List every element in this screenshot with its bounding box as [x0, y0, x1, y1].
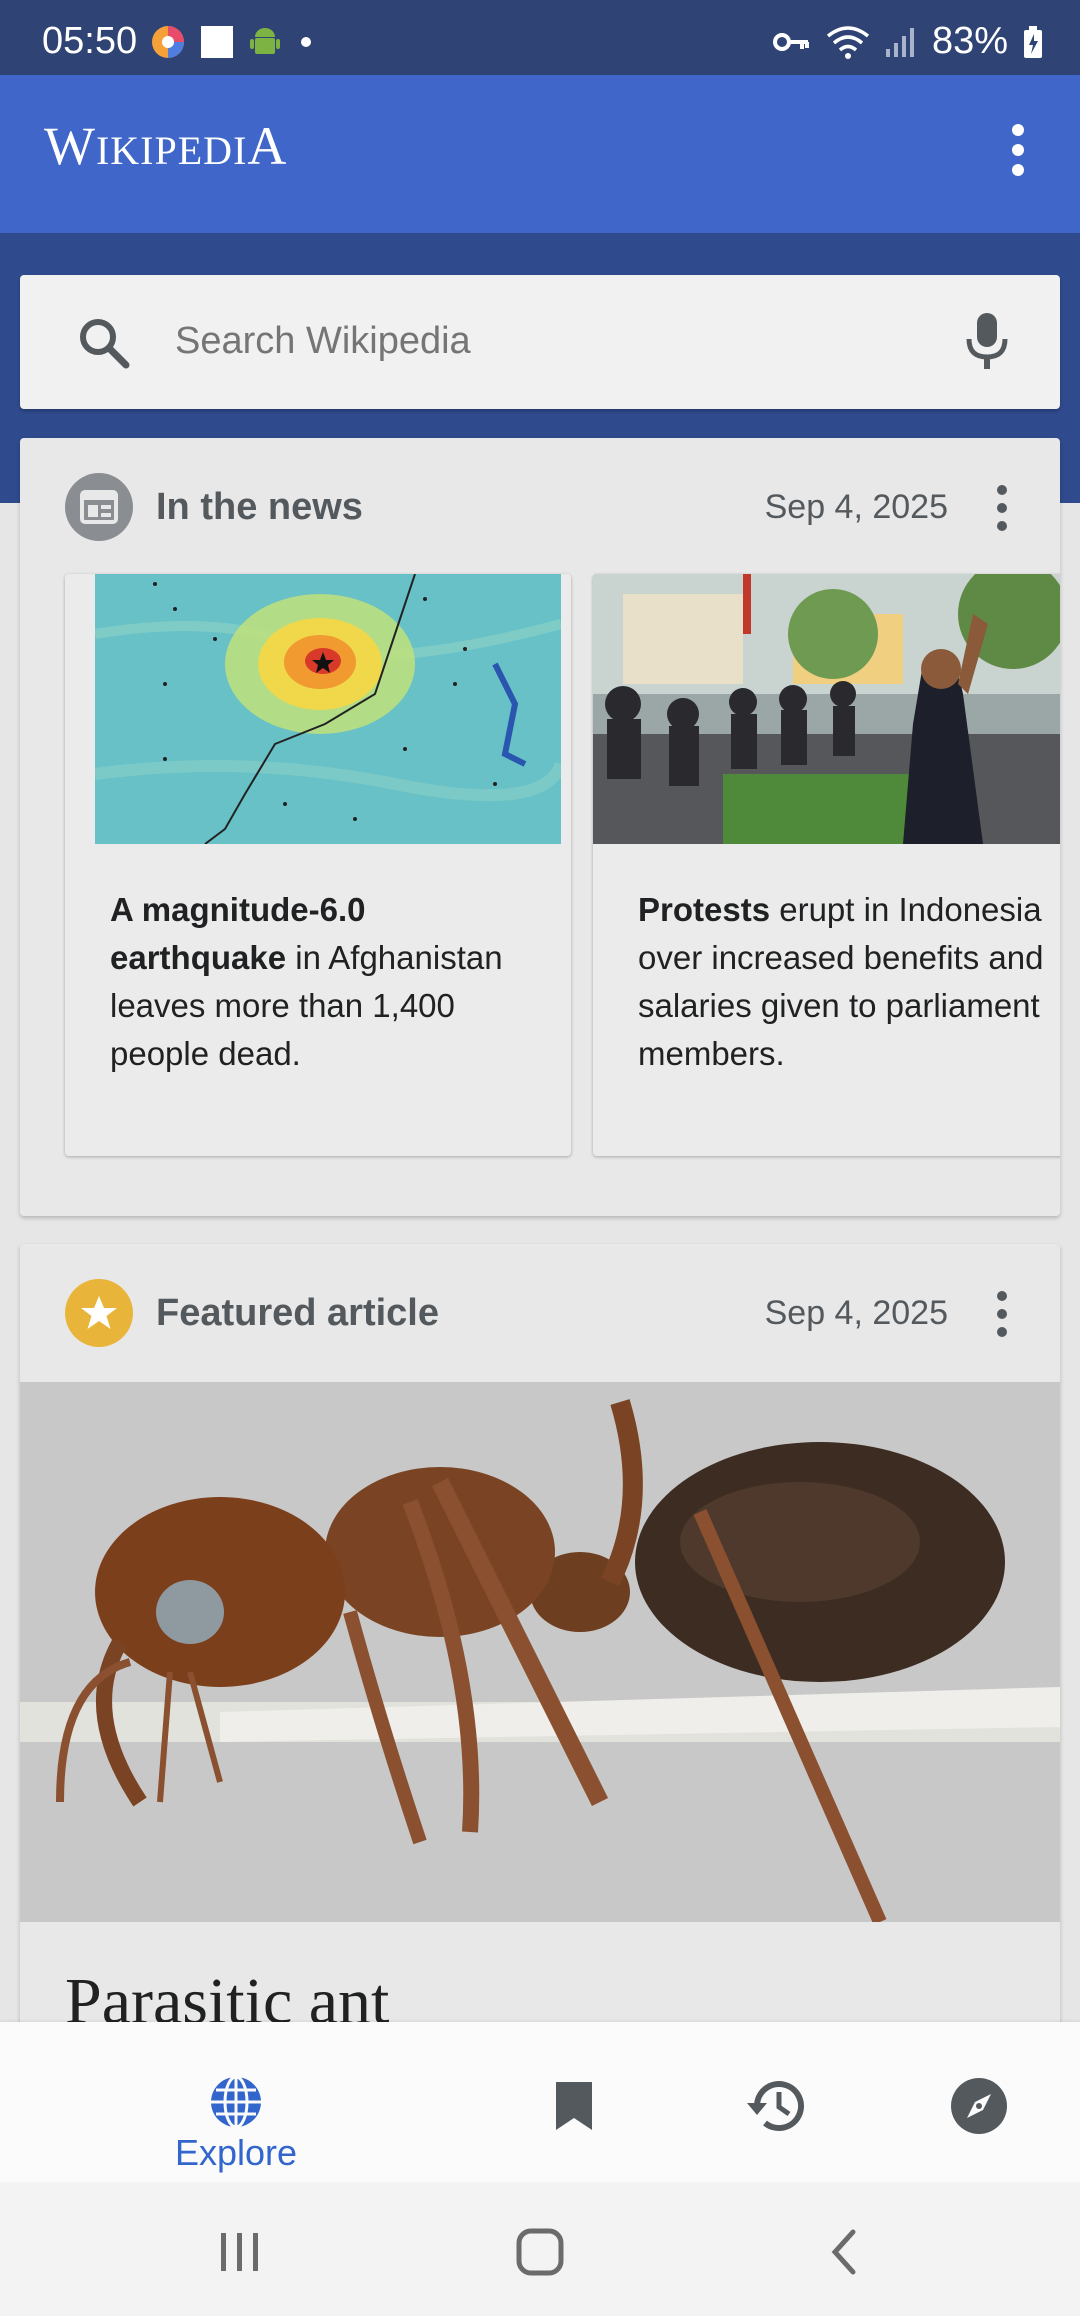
- home-button[interactable]: [500, 2218, 580, 2286]
- card-title: Featured article: [156, 1292, 439, 1334]
- search-icon: [80, 319, 130, 369]
- search-input[interactable]: Search Wikipedia: [175, 320, 471, 363]
- signal-icon: [885, 27, 914, 57]
- news-item[interactable]: A magnitude-6.0 earthquake in Afghanista…: [65, 574, 571, 1156]
- app-bar: WIKIPEDIA: [0, 75, 1080, 233]
- app-overflow-menu-button[interactable]: [986, 115, 1050, 185]
- card-date: Sep 4, 2025: [764, 488, 948, 526]
- back-icon: [831, 2229, 856, 2275]
- protest-photo-image: [593, 574, 1060, 844]
- nav-saved-tab[interactable]: [538, 2070, 610, 2142]
- card-overflow-menu-button[interactable]: [982, 478, 1022, 538]
- nav-explore-tab[interactable]: Explore: [150, 2046, 322, 2173]
- featured-badge: [65, 1279, 133, 1347]
- back-button[interactable]: [804, 2218, 884, 2286]
- news-item-text: A magnitude-6.0 earthquake in Afghanista…: [110, 891, 503, 1072]
- more-vert-icon: [1012, 124, 1024, 176]
- search-bar[interactable]: Search Wikipedia: [20, 275, 1060, 409]
- browser-app-icon: [152, 26, 184, 58]
- white-square-icon: [201, 26, 233, 58]
- news-badge: [65, 473, 133, 541]
- history-icon: [747, 2081, 804, 2132]
- card-date: Sep 4, 2025: [764, 1294, 948, 1332]
- nav-history-tab[interactable]: [740, 2070, 812, 2142]
- in-the-news-card: In the news Sep 4, 2025 A magnitude-6.0 …: [20, 438, 1060, 1216]
- wifi-icon: [826, 25, 870, 59]
- notification-icons: [150, 24, 316, 60]
- earthquake-map-image: [95, 574, 561, 844]
- android-icon: [250, 28, 280, 54]
- recent-apps-icon: [221, 2233, 258, 2271]
- more-vert-icon: [997, 485, 1007, 531]
- nav-explore-label: Explore: [174, 2132, 298, 2173]
- card-overflow-menu-button[interactable]: [982, 1284, 1022, 1344]
- status-right: 83%: [772, 20, 1044, 63]
- bottom-navigation: Explore: [0, 2022, 1080, 2182]
- battery-icon: [1024, 25, 1042, 58]
- compass-icon: [951, 2078, 1007, 2134]
- battery-percent: 83%: [931, 20, 1008, 62]
- news-item-text: Protests erupt in Indonesia over increas…: [638, 891, 1044, 1072]
- featured-article-image: [20, 1382, 1060, 1922]
- card-title: In the news: [156, 486, 363, 528]
- home-icon: [516, 2228, 564, 2276]
- bookmark-icon: [556, 2082, 592, 2130]
- status-bar: 05:50 83%: [0, 0, 1080, 75]
- microphone-icon: [966, 313, 1008, 369]
- vpn-key-icon: [772, 32, 809, 51]
- status-time: 05:50: [42, 20, 138, 62]
- globe-icon: [211, 2075, 261, 2129]
- newspaper-icon: [80, 490, 118, 524]
- system-navigation-bar: [0, 2182, 1080, 2316]
- recent-apps-button[interactable]: [200, 2218, 280, 2286]
- nav-nearby-tab[interactable]: [943, 2070, 1015, 2142]
- more-vert-icon: [997, 1291, 1007, 1337]
- news-item[interactable]: Protests erupt in Indonesia over increas…: [593, 574, 1060, 1156]
- star-icon: [81, 1296, 117, 1329]
- wikipedia-wordmark: WIKIPEDIA: [44, 116, 288, 176]
- dot-icon: [301, 37, 311, 47]
